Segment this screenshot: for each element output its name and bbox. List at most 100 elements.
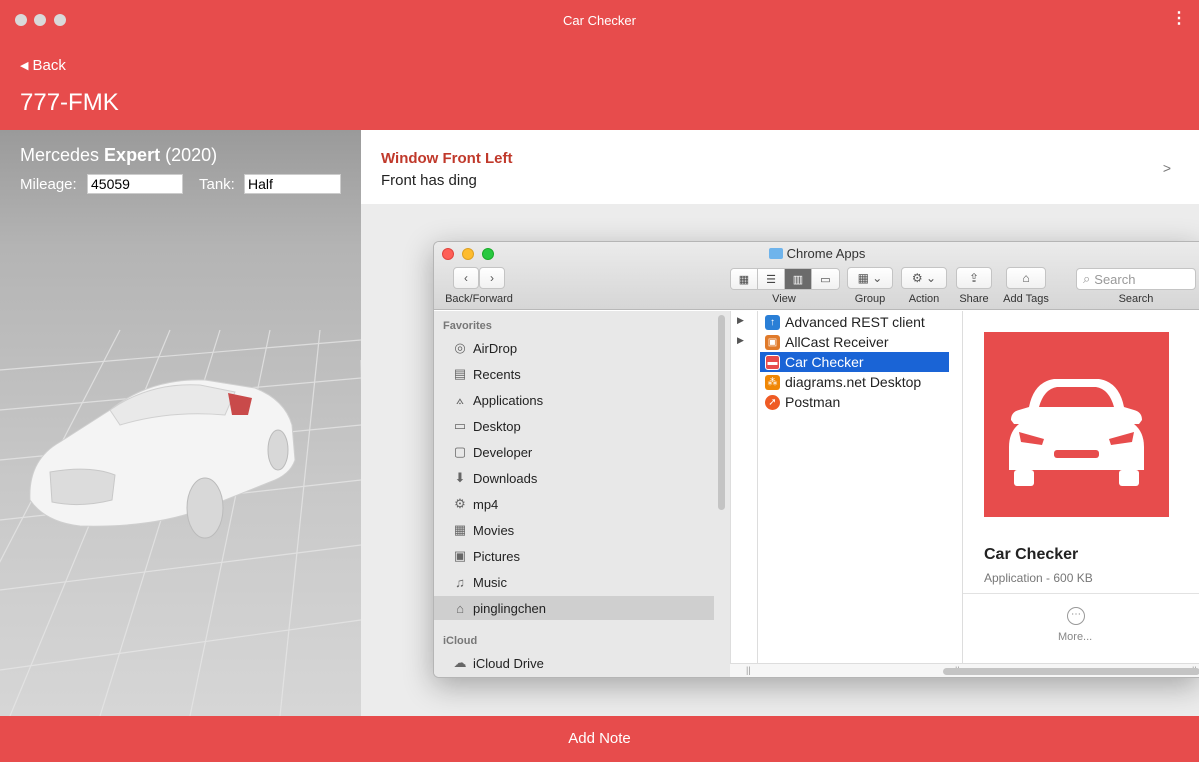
recents-icon: ▤: [453, 366, 467, 381]
preview-pane: Car Checker Application - 600 KB ⋯ More.…: [963, 311, 1199, 663]
file-item-diagrams-net[interactable]: ⁂ diagrams.net Desktop: [760, 372, 949, 392]
file-item-car-checker[interactable]: ▬ Car Checker: [760, 352, 949, 372]
list-view-icon[interactable]: ☰: [758, 269, 785, 289]
add-note-button[interactable]: Add Note: [0, 716, 1199, 762]
view-label: View: [772, 293, 796, 305]
sidebar-item-mp4[interactable]: ⚙ mp4: [434, 492, 714, 516]
sidebar-item-label: Pictures: [473, 548, 520, 564]
sidebar-item-movies[interactable]: ▦ Movies: [434, 518, 714, 542]
share-button[interactable]: ⇪: [956, 267, 992, 289]
finder-title: Chrome Apps: [434, 246, 1199, 261]
downloads-icon: ⬇: [454, 470, 466, 485]
horizontal-scrollbar[interactable]: [943, 668, 1199, 675]
forward-nav-button[interactable]: ›: [479, 267, 505, 289]
sidebar-item-label: Desktop: [473, 418, 521, 434]
mileage-label: Mileage:: [20, 176, 77, 193]
license-plate-title: 777-FMK: [20, 89, 119, 116]
car-checker-app-icon: [984, 332, 1169, 517]
diagram-icon: ⁂: [765, 374, 780, 390]
search-placeholder: Search: [1094, 271, 1136, 287]
sidebar-item-label: Applications: [473, 392, 544, 408]
home-icon: ⌂: [456, 600, 464, 616]
vehicle-year: (2020): [165, 145, 218, 165]
icon-view-icon[interactable]: ▦: [731, 269, 758, 289]
movies-icon: ▦: [453, 522, 467, 537]
sidebar-scrollbar[interactable]: [718, 315, 725, 510]
file-item-allcast-receiver[interactable]: ▣ AllCast Receiver: [760, 332, 949, 352]
share-label: Share: [959, 293, 989, 305]
file-name: AllCast Receiver: [785, 334, 889, 350]
group-icon: ▦ ⌄: [857, 271, 883, 285]
add-tags-label: Add Tags: [1003, 293, 1049, 305]
finder-title-text: Chrome Apps: [786, 246, 866, 261]
tank-input[interactable]: [244, 174, 341, 194]
sidebar-item-recents[interactable]: ▤ Recents: [434, 362, 714, 386]
finder-toolbar: Chrome Apps ‹ › Back/Forward ▦ ☰ ▥ ▭ Vie…: [434, 242, 1199, 310]
sidebar-item-desktop[interactable]: ▭ Desktop: [434, 414, 714, 438]
preview-app-meta: Application - 600 KB: [984, 571, 1093, 585]
gallery-view-icon[interactable]: ▭: [812, 269, 839, 289]
icloud-heading: iCloud: [443, 635, 478, 647]
back-arrow-icon: ◀: [20, 60, 29, 72]
app-header: Car Checker ⋮ ◀ Back 777-FMK: [0, 0, 1199, 130]
car-checker-app: Car Checker ⋮ ◀ Back 777-FMK Mercedes Ex…: [0, 0, 1199, 762]
app-icon: ↑: [765, 314, 780, 330]
vehicle-panel: Mercedes Expert (2020) Mileage: Tank:: [0, 130, 361, 716]
gear-icon: ⚙: [454, 496, 466, 511]
sidebar-item-label: mp4: [473, 496, 499, 512]
note-row[interactable]: Window Front Left Front has ding >: [361, 130, 1199, 204]
add-tags-button[interactable]: ⌂: [1006, 267, 1046, 289]
folder-icon: [768, 248, 783, 259]
sidebar-item-developer[interactable]: ▢ Developer: [434, 440, 714, 464]
column-view-icon[interactable]: ▥: [785, 269, 812, 289]
gear-icon: ⚙ ⌄: [911, 271, 937, 285]
window-title: Car Checker: [563, 13, 636, 28]
back-nav-button[interactable]: ‹: [453, 267, 479, 289]
postman-icon: ➚: [765, 394, 780, 410]
sidebar-item-home[interactable]: ⌂ pinglingchen: [434, 596, 714, 620]
back-button[interactable]: ◀ Back: [20, 57, 66, 74]
file-item-postman[interactable]: ➚ Postman: [760, 392, 949, 412]
chevron-left-icon: ‹: [464, 271, 468, 285]
sidebar-item-pictures[interactable]: ▣ Pictures: [434, 544, 714, 568]
group-label: Group: [854, 293, 886, 305]
finder-window: Chrome Apps ‹ › Back/Forward ▦ ☰ ▥ ▭ Vie…: [433, 241, 1199, 678]
cloud-icon: ☁: [453, 655, 467, 670]
action-button[interactable]: ⚙ ⌄: [901, 267, 947, 289]
search-label: Search: [1118, 293, 1154, 305]
favorites-heading: Favorites: [443, 320, 492, 332]
sidebar-item-airdrop[interactable]: ◎ AirDrop: [434, 336, 714, 360]
vehicle-model: Expert: [104, 145, 161, 165]
divider: [963, 593, 1199, 594]
file-name: Car Checker: [785, 354, 864, 370]
more-button[interactable]: More...: [1058, 631, 1092, 643]
search-icon: ⌕: [1083, 271, 1091, 286]
sidebar-item-icloud-drive[interactable]: ☁ iCloud Drive: [434, 651, 714, 675]
sidebar-item-label: pinglingchen: [473, 600, 547, 616]
sidebar-item-applications[interactable]: ⟑ Applications: [434, 388, 714, 412]
sidebar-item-label: AirDrop: [473, 340, 518, 356]
sidebar-item-downloads[interactable]: ⬇ Downloads: [434, 466, 714, 490]
disclosure-arrow-icon[interactable]: ▶: [737, 315, 744, 326]
more-menu-icon[interactable]: ⋮: [1171, 11, 1187, 27]
more-icon[interactable]: ⋯: [1067, 607, 1085, 625]
group-button[interactable]: ▦ ⌄: [847, 267, 893, 289]
car-3d-viewport[interactable]: [0, 210, 361, 716]
view-segmented-control[interactable]: ▦ ☰ ▥ ▭: [730, 268, 840, 290]
tank-label: Tank:: [199, 176, 235, 193]
airdrop-icon: ◎: [454, 340, 466, 355]
search-field[interactable]: ⌕ Search: [1076, 268, 1196, 290]
sidebar-item-label: Movies: [473, 522, 515, 538]
file-name: diagrams.net Desktop: [785, 374, 922, 390]
applications-icon: ⟑: [456, 392, 464, 407]
chevron-right-icon: >: [1162, 160, 1171, 176]
pictures-icon: ▣: [453, 548, 467, 563]
file-item-advanced-rest-client[interactable]: ↑ Advanced REST client: [760, 312, 949, 332]
tag-icon: ⌂: [1022, 271, 1030, 285]
finder-sidebar: Favorites ◎ AirDrop ▤ Recents ⟑ Application…: [434, 311, 730, 677]
mileage-input[interactable]: [87, 174, 183, 194]
disclosure-arrow-icon[interactable]: ▶: [737, 335, 744, 346]
sidebar-item-music[interactable]: ♫ Music: [434, 570, 714, 594]
note-title: Window Front Left: [381, 150, 513, 167]
column-resize-handle[interactable]: ||: [746, 665, 751, 675]
